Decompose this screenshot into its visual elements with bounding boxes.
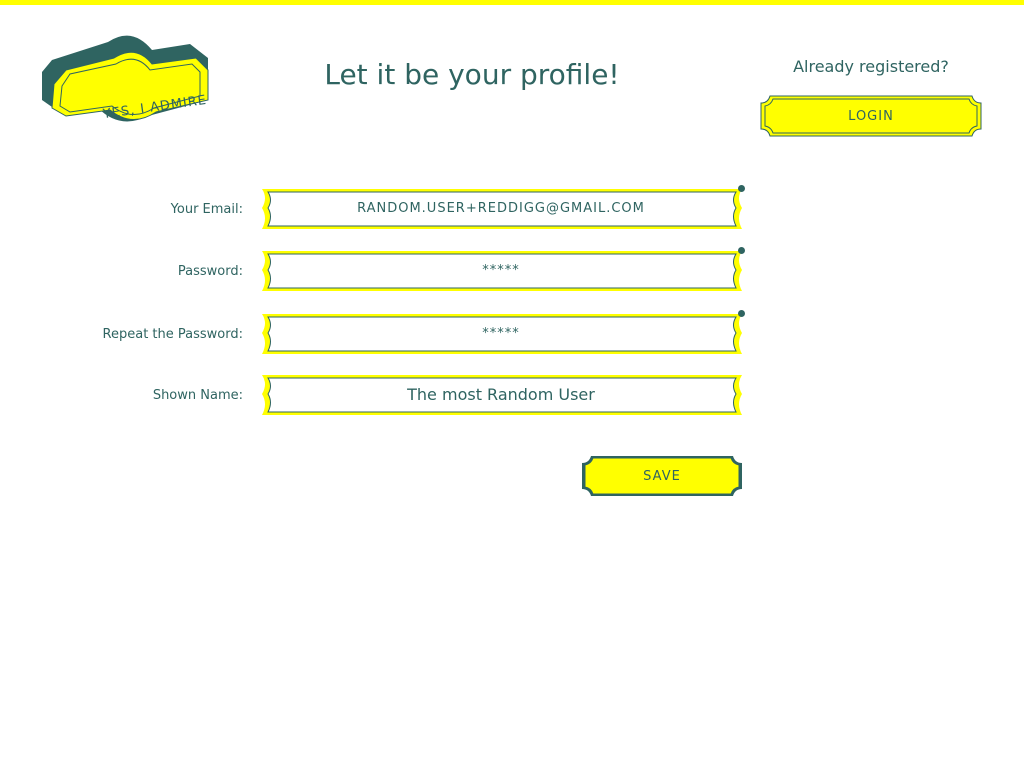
page-title: Let it be your profile! bbox=[324, 58, 620, 91]
logo[interactable]: YES, I ADMIRE bbox=[40, 30, 212, 126]
required-indicator-dot bbox=[738, 247, 745, 254]
password-field-frame bbox=[261, 250, 743, 292]
required-indicator-dot bbox=[738, 185, 745, 192]
shown-name-label: Shown Name: bbox=[152, 388, 243, 403]
repeat-password-label: Repeat the Password: bbox=[102, 327, 243, 342]
save-button[interactable]: SAVE bbox=[581, 455, 743, 497]
already-registered-text: Already registered? bbox=[793, 57, 949, 76]
repeat-password-field-frame bbox=[261, 313, 743, 355]
shown-name-input[interactable] bbox=[281, 382, 721, 406]
shown-name-field-frame bbox=[261, 374, 743, 416]
top-accent-bar bbox=[0, 0, 1024, 5]
email-label: Your Email: bbox=[170, 202, 243, 217]
login-button[interactable]: LOGIN bbox=[760, 95, 982, 137]
password-label: Password: bbox=[177, 264, 243, 279]
password-input[interactable] bbox=[281, 258, 721, 282]
email-field-frame bbox=[261, 188, 743, 230]
login-label: LOGIN bbox=[848, 108, 894, 124]
save-label: SAVE bbox=[643, 468, 681, 484]
email-input[interactable] bbox=[281, 196, 721, 220]
required-indicator-dot bbox=[738, 310, 745, 317]
repeat-password-input[interactable] bbox=[281, 321, 721, 345]
